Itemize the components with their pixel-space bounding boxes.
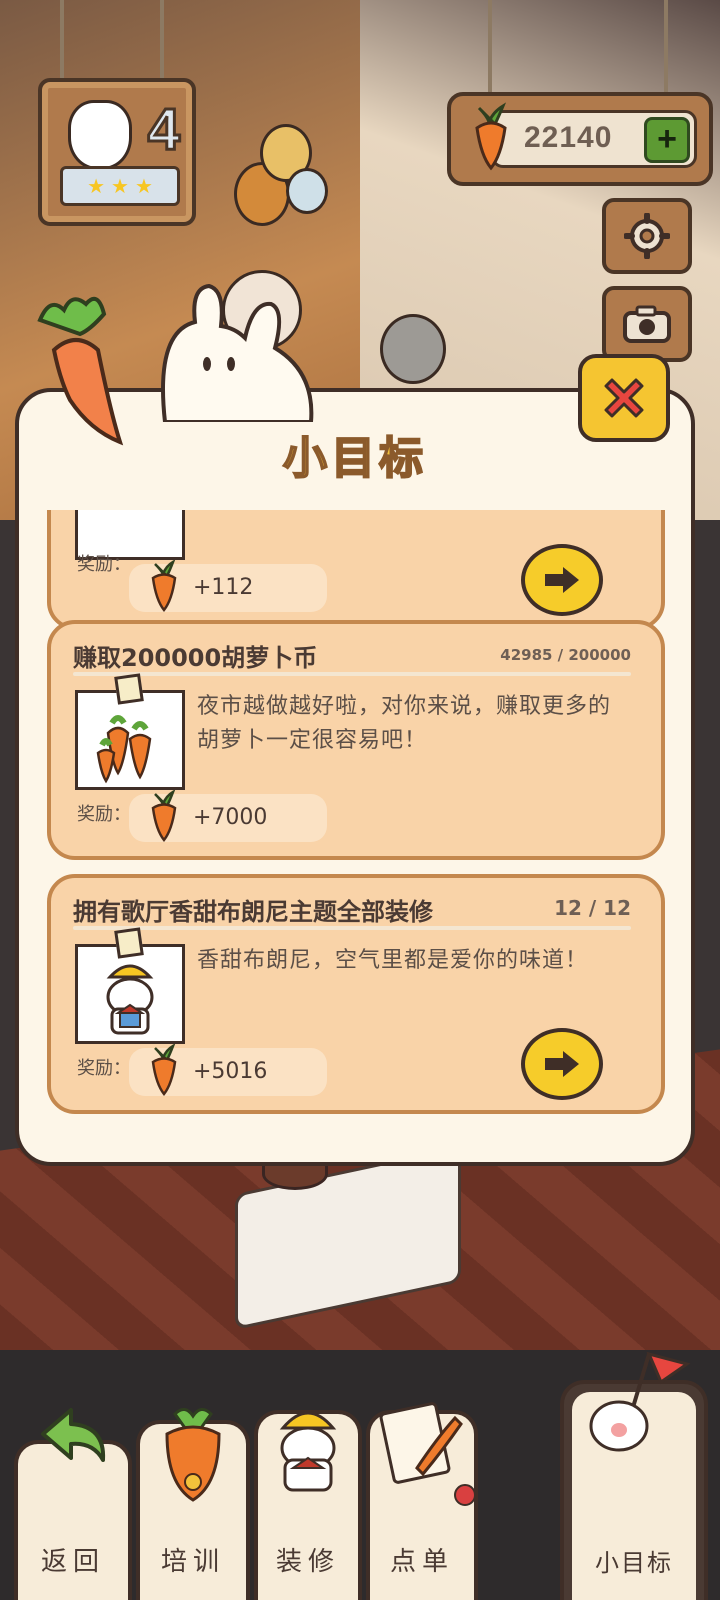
goal-description: 夜市越做越好啦，对你来说，赚取更多的胡萝卜一定很容易吧！ — [197, 694, 612, 753]
star-icon: ★ — [87, 174, 106, 198]
carrot-bunch-icon — [96, 715, 152, 784]
reward-pill: +112 — [129, 560, 327, 612]
nav-label: 小目标 — [595, 1549, 673, 1577]
goal-progress: 42985 / 200000 — [500, 646, 631, 664]
level-sign[interactable]: 4 ★ ★ ★ — [38, 78, 196, 226]
go-button[interactable] — [521, 1028, 603, 1100]
reward-amount: +7000 — [193, 805, 268, 830]
goal-thumbnail — [75, 673, 185, 790]
bunny-mascot-icon — [161, 283, 314, 422]
star-icon: ★ — [134, 174, 153, 198]
clipboard-icon — [379, 1402, 463, 1484]
level-stars: ★ ★ ★ — [60, 166, 180, 206]
settings-button[interactable] — [602, 198, 692, 274]
nav-goals[interactable]: 小目标 — [560, 1351, 708, 1600]
add-coins-button[interactable]: + — [644, 117, 690, 163]
carrot-icon — [151, 790, 177, 842]
close-icon — [604, 378, 644, 418]
goal-title: 赚取200000胡萝卜币 — [73, 644, 318, 672]
goal-card: 拥有歌厅香甜布朗尼主题全部装修 12 / 12 香甜布朗尼，空气里都是爱你的味道… — [47, 874, 665, 1114]
star-icon: ★ — [111, 174, 129, 198]
carrot-icon — [151, 1044, 177, 1096]
carrot-coin-value: 22140 — [524, 121, 613, 154]
reward-label: 奖励： — [77, 554, 131, 575]
go-button[interactable] — [521, 544, 603, 616]
builder-bunny-icon — [106, 964, 154, 1035]
arrow-right-icon — [545, 1051, 579, 1077]
reward-label: 奖励： — [77, 804, 131, 825]
carrot-coin-counter: 22140 + — [447, 92, 713, 186]
goal-card: 奖励： +112 — [47, 510, 665, 630]
gear-icon — [624, 213, 670, 259]
goal-description: 香甜布朗尼，空气里都是爱你的味道！ — [197, 948, 589, 973]
bunny-mascot-icon — [68, 100, 132, 170]
carrot-icon — [37, 296, 124, 446]
nav-order[interactable]: 点单 — [366, 1402, 478, 1600]
nav-label: 返回 — [40, 1547, 105, 1577]
reward-label: 奖励： — [77, 1058, 131, 1079]
nav-training[interactable]: 培训 — [136, 1408, 250, 1600]
carrot-icon — [151, 560, 177, 612]
camera-button[interactable] — [602, 286, 692, 362]
close-button[interactable] — [578, 354, 670, 442]
reward-amount: +5016 — [193, 1059, 268, 1084]
goal-thumbnail — [75, 927, 185, 1044]
nav-label: 培训 — [160, 1547, 225, 1577]
camera-icon — [623, 305, 671, 343]
goals-dialog: 小目标 奖励： +112 赚取200000胡萝卜币 42985 / 200000 — [15, 388, 695, 1166]
bunny-flag-icon — [589, 1351, 691, 1452]
carrot-icon — [475, 102, 507, 171]
carrot-trainee-icon — [165, 1408, 221, 1502]
back-arrow-icon — [41, 1408, 106, 1462]
level-number: 4 — [146, 96, 181, 164]
goal-title: 拥有歌厅香甜布朗尼主题全部装修 — [73, 898, 433, 926]
nav-label: 装修 — [275, 1547, 340, 1577]
notification-dot — [454, 1484, 476, 1506]
reward-pill: +7000 — [129, 790, 327, 842]
arrow-right-icon — [545, 567, 579, 593]
nav-back[interactable]: 返回 — [14, 1408, 132, 1600]
reward-pill: +5016 — [129, 1044, 327, 1096]
nav-decorate[interactable]: 装修 — [254, 1410, 362, 1600]
goal-card: 赚取200000胡萝卜币 42985 / 200000 夜市越做越好啦，对你来说… — [47, 620, 665, 860]
builder-bunny-icon — [279, 1411, 337, 1492]
nav-label: 点单 — [389, 1547, 454, 1577]
goals-list[interactable]: 奖励： +112 赚取200000胡萝卜币 42985 / 200000 夜市越… — [47, 510, 671, 1130]
reward-amount: +112 — [193, 575, 254, 600]
goal-progress: 12 / 12 — [554, 896, 631, 920]
